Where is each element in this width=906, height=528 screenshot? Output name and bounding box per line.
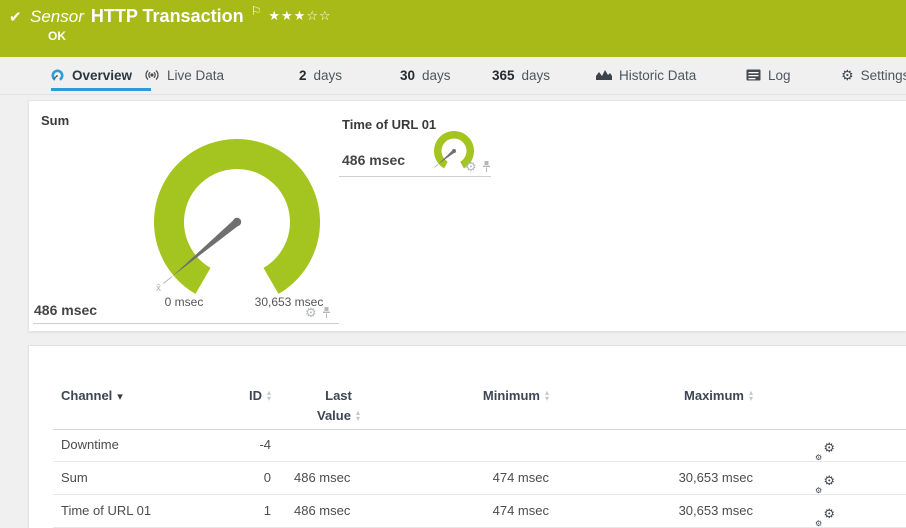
channel-name: Downtime: [61, 429, 119, 461]
status-ok-check-icon: ✔: [9, 8, 22, 26]
live-data-icon: [144, 68, 160, 82]
tab-log-label: Log: [768, 68, 791, 83]
stars-empty[interactable]: ☆☆: [306, 8, 331, 23]
table-row-time-of-url-01: Time of URL 01 1 486 msec 474 msec 30,65…: [53, 495, 906, 528]
column-header-channel[interactable]: Channel ▾: [61, 388, 123, 403]
channel-name: Sum: [61, 462, 88, 494]
tab-365-days-label: days: [522, 68, 551, 83]
tab-2-days-label: days: [314, 68, 343, 83]
channel-minimum: 474 msec: [409, 462, 549, 494]
priority-flag-icon[interactable]: ⚐: [251, 4, 262, 18]
channel-name: Time of URL 01: [61, 495, 151, 527]
object-kind-label: Sensor: [30, 7, 84, 27]
gauge-average-marker: x̄: [156, 283, 161, 294]
channel-last-value: 486 msec: [294, 462, 350, 494]
gauge-sum-value: 486 msec: [34, 302, 97, 318]
column-header-channel-label: Channel: [61, 388, 112, 403]
tab-settings-label: Settings: [861, 68, 906, 83]
tab-2-days-number: 2: [299, 68, 307, 83]
gauge-url01-title: Time of URL 01: [342, 117, 436, 132]
gauge-sum-pin-icon[interactable]: [321, 306, 332, 319]
table-header-row: Channel ▾ ID ▴▾ Last Value ▴▾ Minimum ▴▾…: [53, 376, 906, 429]
table-row-sum: Sum 0 486 msec 474 msec 30,653 msec ⚙⚙: [53, 462, 906, 495]
gauge-url01-value: 486 msec: [342, 152, 405, 168]
gauge-icon: [50, 68, 65, 83]
gauge-url01-pin-icon[interactable]: [481, 160, 492, 173]
sensor-header: ✔ Sensor HTTP Transaction ⚐ ★★★☆☆ OK: [0, 0, 906, 57]
priority-stars[interactable]: ★★★☆☆: [268, 8, 331, 24]
column-header-maximum-label: Maximum: [684, 388, 744, 403]
tab-365-days[interactable]: 365 days: [492, 62, 550, 88]
tab-2-days[interactable]: 2 days: [299, 62, 342, 88]
channel-id: 0: [171, 462, 271, 494]
tab-settings[interactable]: ⚙ Settings: [841, 62, 906, 88]
tab-live-data[interactable]: Live Data: [144, 62, 224, 88]
gauge-sum-min-label: 0 msec: [149, 295, 219, 309]
channel-id: 1: [171, 495, 271, 527]
tab-30-days-number: 30: [400, 68, 415, 83]
column-header-id[interactable]: ID ▴▾: [169, 388, 271, 403]
tab-historic-data[interactable]: Historic Data: [596, 62, 696, 88]
sort-icon: ▴▾: [267, 390, 271, 402]
stars-filled[interactable]: ★★★: [268, 8, 306, 23]
tab-overview-label: Overview: [72, 68, 132, 83]
sort-icon: ▴▾: [356, 410, 360, 422]
channel-last-value: 486 msec: [294, 495, 350, 527]
sort-icon: ▴▾: [749, 390, 753, 402]
column-header-value-label: Value: [317, 408, 351, 423]
gauge-sum-title: Sum: [41, 113, 69, 128]
gauges-panel: Sum x̄ 0 msec 30,653 msec 486 msec ⚙ Tim…: [28, 100, 906, 332]
channel-minimum: 474 msec: [409, 495, 549, 527]
channel-maximum: 30,653 msec: [609, 462, 753, 494]
table-row-downtime: Downtime -4 ⚙⚙: [53, 429, 906, 462]
column-header-last-value[interactable]: Last Value ▴▾: [291, 388, 386, 423]
log-icon: [746, 69, 761, 81]
channels-panel: Channel ▾ ID ▴▾ Last Value ▴▾ Minimum ▴▾…: [28, 345, 906, 528]
tab-30-days[interactable]: 30 days: [400, 62, 451, 88]
tab-365-days-number: 365: [492, 68, 515, 83]
column-header-minimum[interactable]: Minimum ▴▾: [409, 388, 549, 403]
channel-id: -4: [171, 429, 271, 461]
column-header-last-label: Last: [325, 388, 352, 403]
gauge-sum-dial: x̄: [137, 122, 337, 322]
channel-settings-icon[interactable]: ⚙⚙: [815, 510, 835, 528]
gauge-sum-divider: [33, 323, 339, 324]
sort-icon: ▴▾: [545, 390, 549, 402]
active-tab-underline: [51, 88, 151, 91]
channel-maximum: 30,653 msec: [609, 495, 753, 527]
settings-gear-icon: ⚙: [841, 68, 854, 82]
tab-live-data-label: Live Data: [167, 68, 224, 83]
column-header-id-label: ID: [249, 388, 262, 403]
status-badge: OK: [48, 29, 66, 43]
tabbar-divider: [0, 94, 906, 95]
sensor-title: HTTP Transaction: [91, 6, 244, 27]
channel-settings-icon[interactable]: ⚙⚙: [815, 477, 835, 495]
tab-log[interactable]: Log: [746, 62, 791, 88]
tab-overview[interactable]: Overview: [50, 62, 132, 88]
historic-chart-icon: [596, 69, 612, 81]
gauge-url01-divider: [339, 176, 491, 177]
tab-historic-data-label: Historic Data: [619, 68, 696, 83]
column-header-minimum-label: Minimum: [483, 388, 540, 403]
gauge-sum-settings-icon[interactable]: ⚙: [305, 306, 317, 319]
tab-bar: Overview Live Data 2 days 30 days 365 da…: [0, 57, 906, 100]
gauge-url01-settings-icon[interactable]: ⚙: [465, 160, 477, 173]
column-header-maximum[interactable]: Maximum ▴▾: [609, 388, 753, 403]
channel-settings-icon[interactable]: ⚙⚙: [815, 444, 835, 462]
tab-30-days-label: days: [422, 68, 451, 83]
sort-active-caret-icon: ▾: [117, 390, 123, 403]
